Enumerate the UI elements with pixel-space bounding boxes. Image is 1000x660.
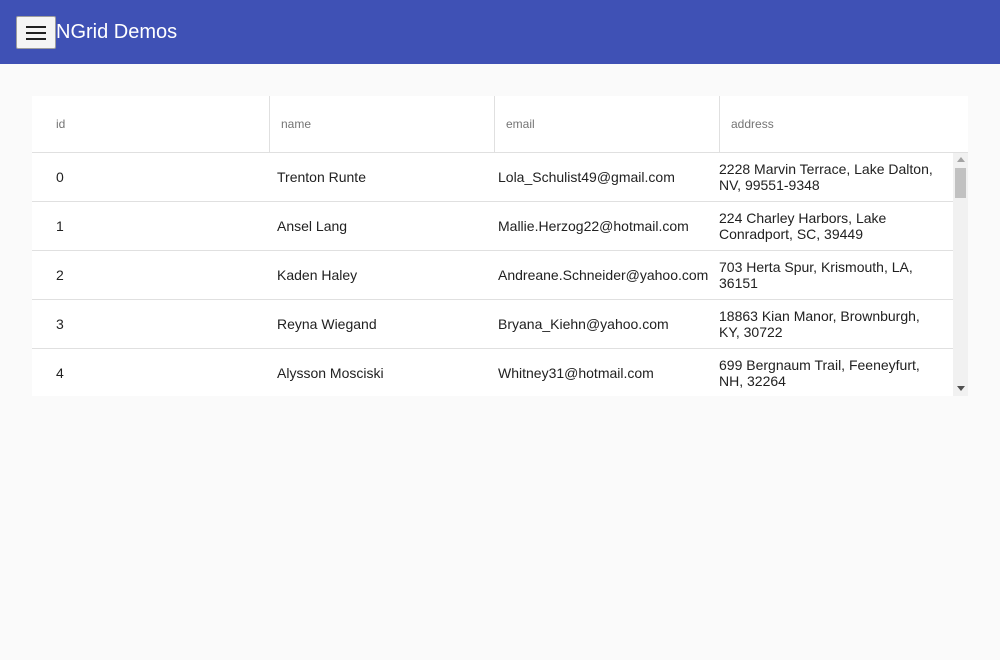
cell-email: Whitney31@hotmail.com — [498, 365, 654, 381]
table-row[interactable]: 2 Kaden Haley Andreane.Schneider@yahoo.c… — [32, 251, 953, 300]
table-row[interactable]: 1 Ansel Lang Mallie.Herzog22@hotmail.com… — [32, 202, 953, 251]
table-row[interactable]: 3 Reyna Wiegand Bryana_Kiehn@yahoo.com 1… — [32, 300, 953, 349]
cell-email: Andreane.Schneider@yahoo.com — [498, 267, 709, 283]
cell-id: 0 — [56, 169, 64, 185]
scroll-up-arrow-icon[interactable] — [957, 157, 965, 162]
cell-name: Trenton Runte — [277, 169, 366, 185]
cell-email: Bryana_Kiehn@yahoo.com — [498, 316, 669, 332]
app-toolbar: NGrid Demos — [0, 0, 1000, 64]
cell-id: 2 — [56, 267, 64, 283]
app-title: NGrid Demos — [56, 21, 178, 43]
grid-body: 0 Trenton Runte Lola_Schulist49@gmail.co… — [32, 153, 953, 396]
cell-address: 18863 Kian Manor, Brownburgh, KY, 30722 — [719, 308, 920, 340]
column-header-name[interactable]: name — [281, 96, 311, 152]
cell-name: Kaden Haley — [277, 267, 358, 283]
column-resize-handle[interactable] — [269, 96, 270, 152]
scroll-down-arrow-icon[interactable] — [957, 386, 965, 391]
cell-address: 2228 Marvin Terrace, Lake Dalton, NV, 99… — [719, 161, 933, 193]
table-row[interactable]: 4 Alysson Mosciski Whitney31@hotmail.com… — [32, 349, 953, 396]
cell-address: 224 Charley Harbors, Lake Conradport, SC… — [719, 210, 887, 242]
column-header-id[interactable]: id — [56, 96, 65, 152]
cell-name: Alysson Mosciski — [277, 365, 384, 381]
hamburger-menu-icon — [26, 25, 46, 40]
scroll-thumb[interactable] — [955, 168, 966, 198]
column-header-email[interactable]: email — [506, 96, 535, 152]
grid-header-row: id name email address — [32, 96, 968, 153]
data-grid: id name email address 0 Trenton Runte Lo… — [32, 96, 968, 396]
cell-id: 1 — [56, 218, 64, 234]
vertical-scrollbar[interactable] — [953, 153, 968, 396]
cell-email: Mallie.Herzog22@hotmail.com — [498, 218, 689, 234]
column-header-address[interactable]: address — [731, 96, 774, 152]
cell-email: Lola_Schulist49@gmail.com — [498, 169, 675, 185]
cell-address: 699 Bergnaum Trail, Feeneyfurt, NH, 3226… — [719, 357, 920, 389]
table-row[interactable]: 0 Trenton Runte Lola_Schulist49@gmail.co… — [32, 153, 953, 202]
column-resize-handle[interactable] — [494, 96, 495, 152]
column-resize-handle[interactable] — [719, 96, 720, 152]
cell-name: Reyna Wiegand — [277, 316, 377, 332]
cell-address: 703 Herta Spur, Krismouth, LA, 36151 — [719, 259, 913, 291]
cell-name: Ansel Lang — [277, 218, 348, 234]
cell-id: 3 — [56, 316, 64, 332]
cell-id: 4 — [56, 365, 64, 381]
menu-button[interactable] — [16, 16, 56, 49]
